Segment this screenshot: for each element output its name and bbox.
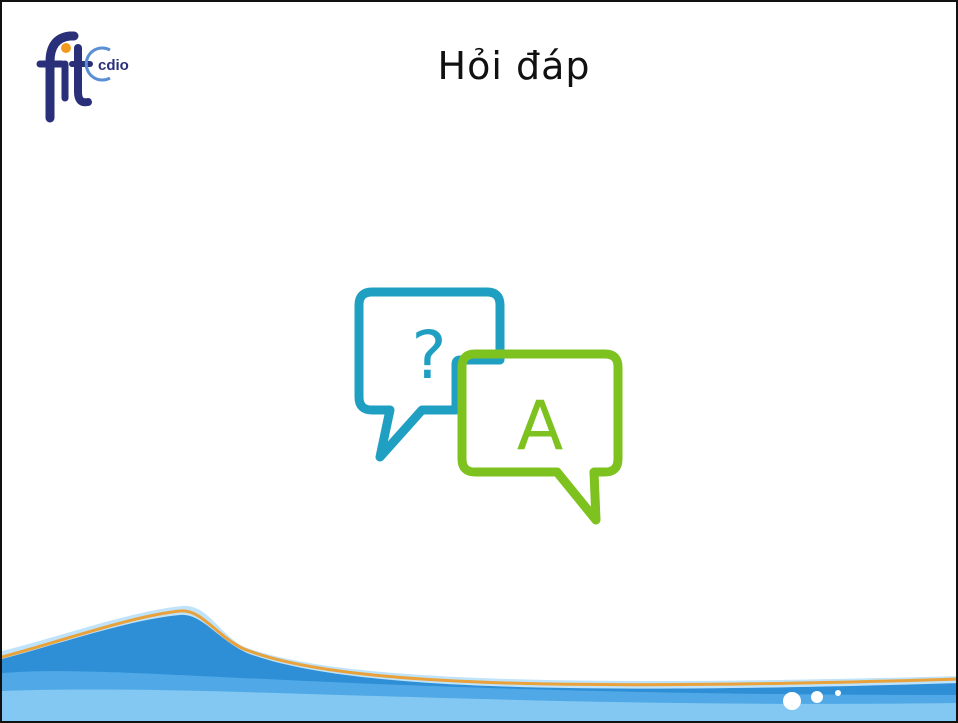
answer-letter: A <box>517 387 564 466</box>
wave-dot-small <box>835 690 841 696</box>
wave-dot-large <box>783 692 801 710</box>
answer-bubble-icon: A <box>457 349 623 525</box>
question-mark: ? <box>411 317 446 394</box>
qa-icon: ? A <box>354 287 623 525</box>
question-bubble-icon: ? <box>354 287 505 462</box>
slide-title: Hỏi đáp <box>437 44 591 88</box>
wave-dot-medium <box>811 691 823 703</box>
slide: cdio Hỏi đáp ? A <box>0 0 958 723</box>
bottom-wave-decoration <box>2 605 956 721</box>
